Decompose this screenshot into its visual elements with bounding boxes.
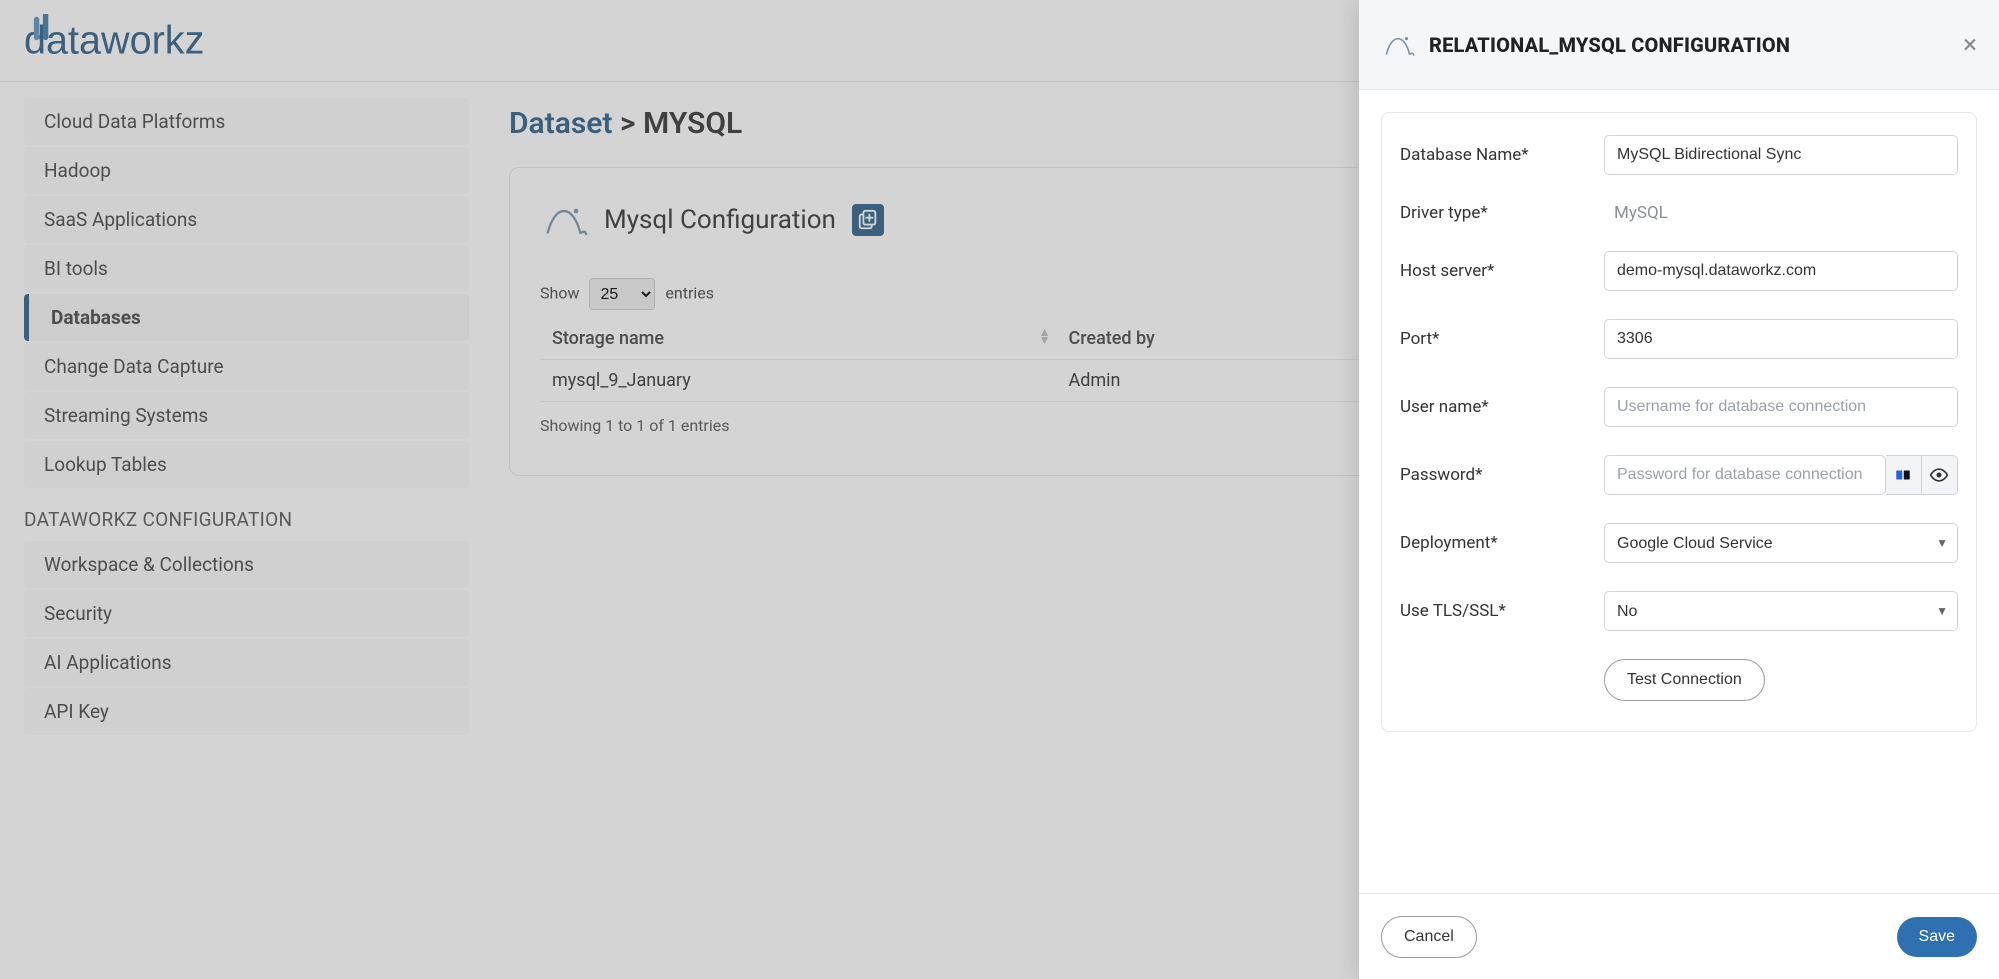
label-driver-type: Driver type*: [1400, 203, 1604, 223]
host-server-input[interactable]: [1604, 251, 1958, 291]
database-name-input[interactable]: [1604, 135, 1958, 175]
use-tls-select[interactable]: No Yes: [1604, 591, 1958, 631]
drawer-header: RELATIONAL_MYSQL CONFIGURATION ×: [1359, 0, 1999, 90]
key-vault-icon: [1894, 466, 1912, 484]
label-user-name: User name*: [1400, 397, 1604, 417]
row-deployment: Deployment* Google Cloud Service ▼: [1400, 523, 1958, 563]
label-password: Password*: [1400, 465, 1604, 485]
label-deployment: Deployment*: [1400, 533, 1604, 553]
mysql-icon: [1381, 28, 1415, 62]
form-card: Database Name* Driver type* MySQL Host s…: [1381, 112, 1977, 732]
row-password: Password*: [1400, 455, 1958, 495]
port-input[interactable]: [1604, 319, 1958, 359]
row-test-connection: Test Connection: [1400, 659, 1958, 701]
password-vault-button[interactable]: [1886, 455, 1922, 495]
deployment-select[interactable]: Google Cloud Service: [1604, 523, 1958, 563]
row-host-server: Host server*: [1400, 251, 1958, 291]
drawer-footer: Cancel Save: [1359, 893, 1999, 979]
label-use-tls: Use TLS/SSL*: [1400, 601, 1604, 621]
row-database-name: Database Name*: [1400, 135, 1958, 175]
password-input[interactable]: [1604, 455, 1886, 495]
close-button[interactable]: ×: [1963, 30, 1977, 60]
label-database-name: Database Name*: [1400, 145, 1604, 165]
label-port: Port*: [1400, 329, 1604, 349]
eye-icon: [1929, 465, 1949, 485]
close-icon: ×: [1963, 30, 1977, 60]
test-connection-button[interactable]: Test Connection: [1604, 659, 1765, 701]
cancel-button[interactable]: Cancel: [1381, 916, 1477, 958]
drawer-title: RELATIONAL_MYSQL CONFIGURATION: [1429, 33, 1790, 57]
drawer-body: Database Name* Driver type* MySQL Host s…: [1359, 90, 1999, 893]
row-use-tls: Use TLS/SSL* No Yes ▼: [1400, 591, 1958, 631]
password-visibility-toggle[interactable]: [1922, 455, 1958, 495]
row-port: Port*: [1400, 319, 1958, 359]
row-user-name: User name*: [1400, 387, 1958, 427]
label-host-server: Host server*: [1400, 261, 1604, 281]
save-button[interactable]: Save: [1897, 917, 1977, 957]
driver-type-value: MySQL: [1604, 203, 1668, 223]
modal-overlay[interactable]: RELATIONAL_MYSQL CONFIGURATION × Databas…: [0, 0, 1999, 979]
user-name-input[interactable]: [1604, 387, 1958, 427]
mysql-config-drawer: RELATIONAL_MYSQL CONFIGURATION × Databas…: [1359, 0, 1999, 979]
row-driver-type: Driver type* MySQL: [1400, 203, 1958, 223]
